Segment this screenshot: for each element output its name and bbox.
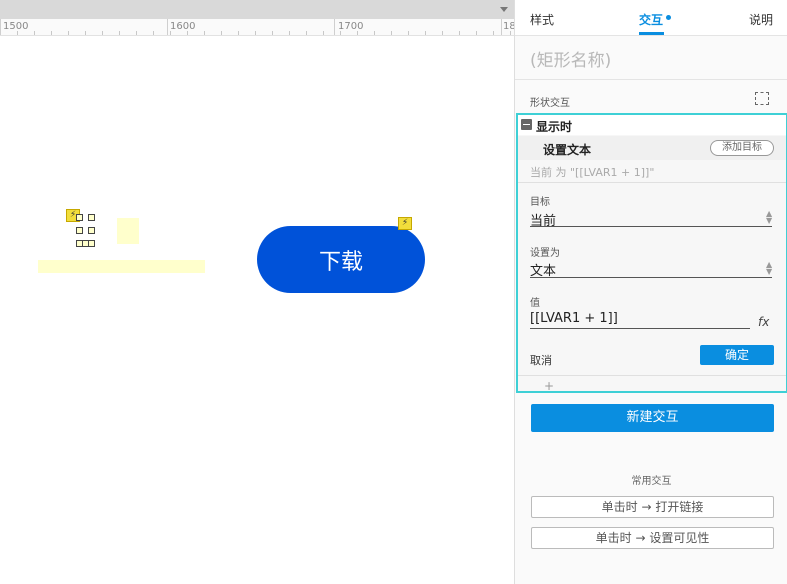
interaction-editor: 显示时 设置文本 添加目标 当前 为 "[[LVAR1 + 1]]" 目标 当前…	[516, 113, 787, 393]
ruler-tick	[510, 31, 511, 35]
tab-notes[interactable]: 说明	[749, 11, 773, 28]
ruler-tick	[136, 31, 137, 35]
ruler-tick	[340, 31, 341, 35]
common-open-link-button[interactable]: 单击时 → 打开链接	[531, 496, 774, 518]
ruler-tick	[119, 31, 120, 35]
ruler-tick	[170, 31, 171, 35]
set-as-label: 设置为	[530, 248, 560, 259]
ruler-major-tick	[0, 19, 1, 35]
horizontal-ruler: 1500 1600 1700 18	[0, 19, 514, 36]
ruler-tick	[476, 31, 477, 35]
spinner-icon[interactable]: ▲ ▼	[766, 261, 772, 276]
shape-name-input[interactable]: (矩形名称)	[530, 46, 611, 71]
ruler-tick	[374, 31, 375, 35]
field-underline	[530, 277, 772, 278]
field-underline	[530, 226, 772, 227]
ruler-tick	[289, 31, 290, 35]
collapse-icon[interactable]	[521, 119, 532, 130]
event-row[interactable]: 显示时	[518, 115, 786, 135]
event-label: 显示时	[536, 120, 573, 134]
download-button[interactable]: 下载	[257, 226, 425, 293]
ruler-tick	[425, 31, 426, 35]
ruler-tick	[34, 31, 35, 35]
event-bolt-icon[interactable]: ⚡	[398, 217, 412, 230]
selection-handle[interactable]	[88, 214, 95, 221]
active-tab-underline	[639, 32, 664, 35]
value-label: 值	[530, 298, 540, 309]
selection-handle[interactable]	[76, 214, 83, 221]
selection-handle[interactable]	[88, 227, 95, 234]
dropdown-arrow-icon[interactable]	[500, 7, 508, 12]
ruler-tick	[442, 31, 443, 35]
design-canvas[interactable]: 1500 1600 1700 18 ⚡ 下载 ⚡	[0, 0, 514, 584]
ruler-tick	[255, 31, 256, 35]
fx-icon[interactable]: fx	[758, 315, 769, 329]
ruler-major-tick	[334, 19, 335, 35]
ruler-tick	[85, 31, 86, 35]
field-underline	[530, 328, 750, 329]
ruler-tick	[204, 31, 205, 35]
ruler-tick	[221, 31, 222, 35]
ruler-major-tick	[167, 19, 168, 35]
divider	[515, 79, 787, 80]
tab-style[interactable]: 样式	[530, 11, 554, 28]
ruler-tick	[493, 31, 494, 35]
ruler-tick	[272, 31, 273, 35]
ruler-label: 1700	[338, 21, 364, 32]
common-interactions-title: 常用交互	[631, 476, 672, 487]
ruler-tick	[17, 31, 18, 35]
section-title: 形状交互	[530, 98, 570, 109]
ruler-tick	[323, 31, 324, 35]
ruler-tick	[51, 31, 52, 35]
active-dot-icon	[666, 15, 671, 20]
action-row[interactable]: 设置文本 添加目标	[518, 136, 786, 160]
ok-button[interactable]: 确定	[700, 345, 774, 365]
ruler-major-tick	[501, 19, 502, 35]
ruler-label: 1500	[3, 21, 29, 32]
selection-handle[interactable]	[88, 240, 95, 247]
ruler-tick	[408, 31, 409, 35]
ruler-tick	[238, 31, 239, 35]
download-button-label: 下载	[318, 249, 363, 275]
add-target-button[interactable]: 添加目标	[710, 140, 774, 156]
action-summary: 当前 为 "[[LVAR1 + 1]]"	[530, 166, 655, 179]
ruler-tick	[68, 31, 69, 35]
target-label: 目标	[530, 197, 550, 208]
interaction-panel: 样式 交互 说明 (矩形名称) 形状交互 显示时 设置文本 添加目标 当前 为 …	[514, 0, 787, 584]
placeholder-widget[interactable]	[117, 218, 139, 244]
ruler-tick	[357, 31, 358, 35]
ruler-tick	[187, 31, 188, 35]
ruler-tick	[102, 31, 103, 35]
divider	[518, 375, 786, 376]
action-label: 设置文本	[543, 143, 592, 157]
panel-tabs: 样式 交互 说明	[515, 0, 787, 36]
value-input[interactable]: [[LVAR1 + 1]]	[530, 311, 618, 326]
tab-interaction[interactable]: 交互	[639, 11, 663, 28]
cancel-button[interactable]: 取消	[530, 352, 552, 368]
ruler-tick	[459, 31, 460, 35]
ruler-tick	[391, 31, 392, 35]
placeholder-bar-widget[interactable]	[38, 260, 205, 273]
common-set-visibility-button[interactable]: 单击时 → 设置可见性	[531, 527, 774, 549]
select-target-icon[interactable]	[755, 92, 769, 105]
spinner-icon[interactable]: ▲ ▼	[766, 210, 772, 225]
divider	[518, 182, 786, 183]
add-action-icon[interactable]: +	[544, 379, 554, 393]
ruler-tick	[153, 31, 154, 35]
ruler-tick	[306, 31, 307, 35]
canvas-top-strip	[0, 0, 514, 19]
selection-handle[interactable]	[76, 227, 83, 234]
ruler-label: 1600	[170, 21, 196, 32]
ruler-label: 18	[503, 21, 514, 32]
new-interaction-button[interactable]: 新建交互	[531, 404, 774, 432]
